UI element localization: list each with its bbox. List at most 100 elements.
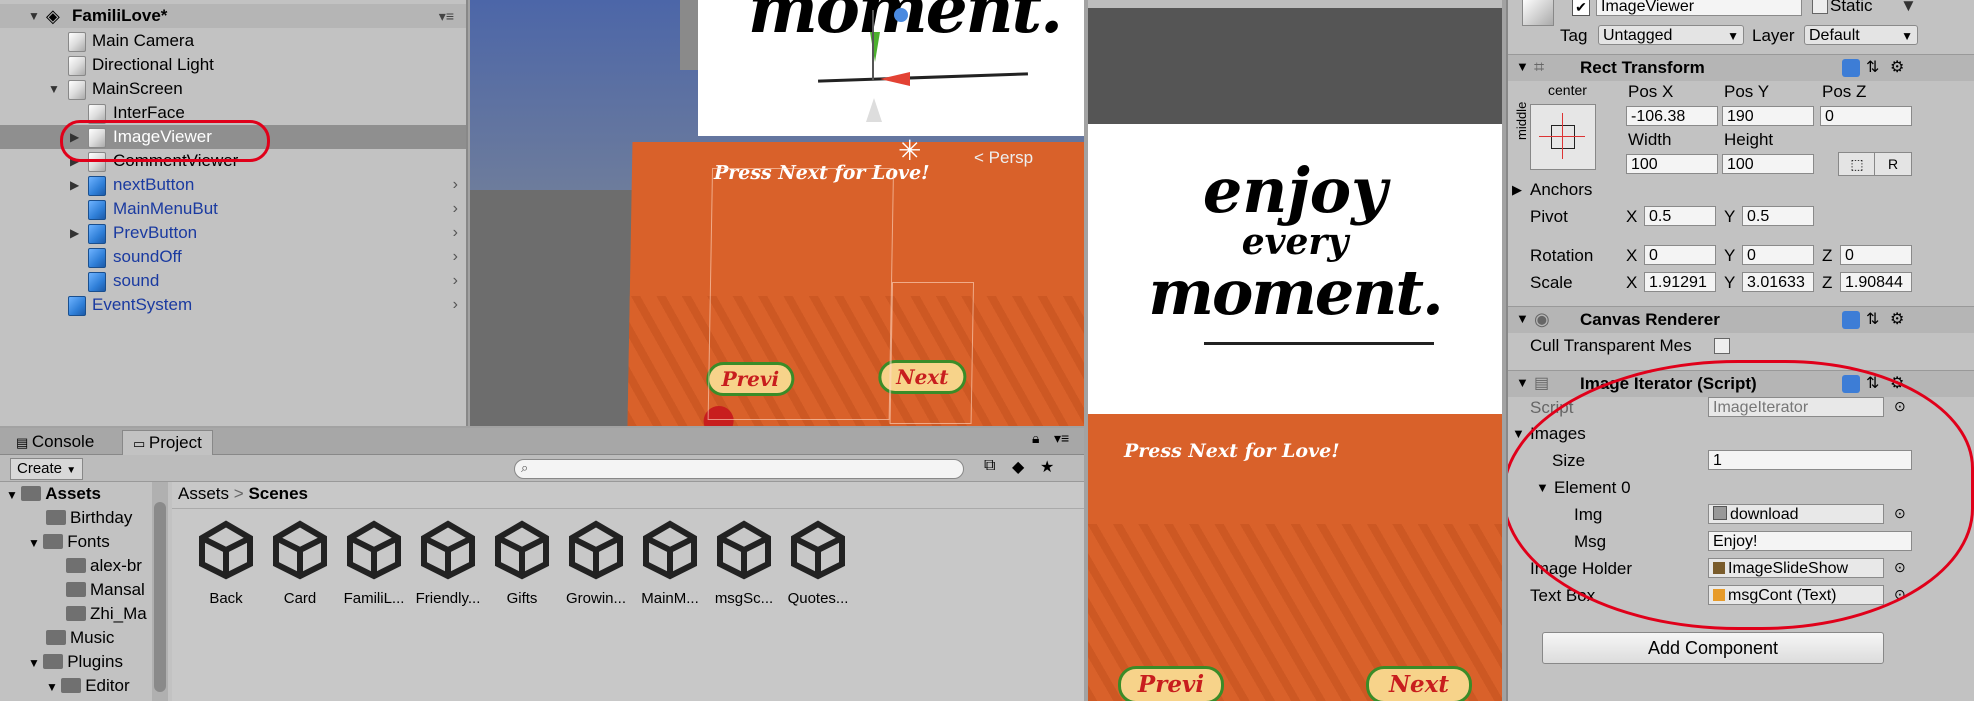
chevron-right-icon[interactable]: › <box>453 221 458 245</box>
hierarchy-item-mainscreen[interactable]: ▼ MainScreen <box>0 77 466 101</box>
light-icon[interactable]: ✳ <box>898 136 928 166</box>
persp-label[interactable]: < Persp <box>974 148 1033 168</box>
add-component-button[interactable]: Add Component <box>1542 632 1884 664</box>
help-icon[interactable] <box>1842 59 1860 77</box>
collapse-arrow-icon[interactable]: ▼ <box>1516 311 1529 326</box>
tab-console[interactable]: ▤ Console <box>6 430 104 454</box>
expand-arrow-icon[interactable]: ▼ <box>28 536 43 550</box>
asset-item[interactable]: MainM... <box>630 520 710 607</box>
favorite-icon[interactable]: ★ <box>1040 457 1054 477</box>
chevron-down-icon[interactable]: ▼ <box>1900 0 1917 16</box>
help-icon[interactable] <box>1842 311 1860 329</box>
project-panel: ▤ Console ▭ Project 🔒︎ ▾≡ Create ▼ ⌕ ⧉ ◆… <box>0 428 1084 701</box>
tree-item-plugins[interactable]: ▼ Plugins <box>28 650 123 674</box>
game-prev-button[interactable]: Previ <box>1118 666 1224 701</box>
anchors-label[interactable]: Anchors <box>1530 180 1592 200</box>
game-next-button[interactable]: Next <box>1366 666 1472 701</box>
collapse-arrow-icon[interactable]: ▼ <box>28 4 40 28</box>
y-label: Y <box>1724 207 1736 226</box>
collapse-arrow-icon[interactable]: ▼ <box>1516 59 1529 74</box>
hierarchy-item-prevbutton[interactable]: ▶ PrevButton › <box>0 221 466 245</box>
rotation-z-field[interactable]: 0 <box>1840 245 1912 265</box>
hierarchy-item-nextbutton[interactable]: ▶ nextButton › <box>0 173 466 197</box>
scale-x-field[interactable]: 1.91291 <box>1644 272 1716 292</box>
rotation-x-field[interactable]: 0 <box>1644 245 1716 265</box>
tree-item-music[interactable]: Music <box>46 626 114 650</box>
chevron-right-icon[interactable]: › <box>453 245 458 269</box>
asset-item[interactable]: Gifts <box>482 520 562 607</box>
gear-icon[interactable]: ⚙ <box>1890 309 1904 329</box>
posy-field[interactable]: 190 <box>1722 106 1814 126</box>
create-dropdown[interactable]: Create ▼ <box>10 458 84 480</box>
expand-arrow-icon[interactable]: ▶ <box>70 221 79 245</box>
object-name-field[interactable]: ImageViewer <box>1596 0 1802 16</box>
preset-icon[interactable]: ⇅ <box>1866 309 1879 329</box>
scene-menu-icon[interactable]: ▾≡ <box>439 4 454 28</box>
scale-z-field[interactable]: 1.90844 <box>1840 272 1912 292</box>
filter-type-icon[interactable]: ⧉ <box>984 457 995 475</box>
expand-arrow-icon[interactable]: ▼ <box>46 680 61 694</box>
height-field[interactable]: 100 <box>1722 154 1814 174</box>
chevron-right-icon[interactable]: › <box>453 173 458 197</box>
expand-arrow-icon[interactable]: ▼ <box>28 656 43 670</box>
scale-y-field[interactable]: 3.01633 <box>1742 272 1814 292</box>
chevron-right-icon[interactable]: › <box>453 197 458 221</box>
anchor-preset-button[interactable] <box>1530 104 1596 170</box>
collapse-arrow-icon[interactable]: ▼ <box>1516 375 1529 390</box>
rect-transform-header[interactable]: ▼ ⌗ Rect Transform ⇅ ⚙ <box>1508 54 1974 81</box>
pivot-y-field[interactable]: 0.5 <box>1742 206 1814 226</box>
gear-icon[interactable]: ⚙ <box>1890 57 1904 77</box>
posx-field[interactable]: -106.38 <box>1626 106 1718 126</box>
preset-icon[interactable]: ⇅ <box>1866 57 1879 77</box>
active-checkbox[interactable]: ✔ <box>1572 0 1590 16</box>
scene-row[interactable]: ▼ ◈ FamiliLove* ▾≡ <box>0 4 466 28</box>
expand-arrow-icon[interactable]: ▶ <box>70 173 79 197</box>
posz-field[interactable]: 0 <box>1820 106 1912 126</box>
asset-item[interactable]: FamiliL... <box>334 520 414 607</box>
chevron-right-icon[interactable]: › <box>453 269 458 293</box>
asset-item[interactable]: Quotes... <box>778 520 858 607</box>
breadcrumb-root[interactable]: Assets <box>178 484 229 503</box>
rotation-y-field[interactable]: 0 <box>1742 245 1814 265</box>
tab-project[interactable]: ▭ Project <box>122 430 213 455</box>
tag-dropdown[interactable]: Untagged ▼ <box>1598 25 1744 45</box>
expand-arrow-icon[interactable]: ▶ <box>1512 182 1522 198</box>
tree-item-zhi-mang[interactable]: Zhi_Ma <box>66 602 147 626</box>
hierarchy-item-sound[interactable]: sound › <box>0 269 466 293</box>
expand-arrow-icon[interactable]: ▼ <box>6 488 21 502</box>
search-input[interactable]: ⌕ <box>514 459 964 479</box>
tree-item-alex-brush[interactable]: alex-br <box>66 554 142 578</box>
asset-item[interactable]: Card <box>260 520 340 607</box>
panel-menu-icon[interactable]: ▾≡ <box>1054 430 1069 447</box>
hierarchy-item-main-camera[interactable]: Main Camera <box>0 29 466 53</box>
tree-item-editor[interactable]: ▼ Editor <box>46 674 130 698</box>
layer-dropdown[interactable]: Default ▼ <box>1804 25 1918 45</box>
scrollbar-thumb[interactable] <box>154 502 166 692</box>
tree-scrollbar[interactable] <box>152 482 168 701</box>
canvas-renderer-header[interactable]: ▼ ◉ Canvas Renderer ⇅ ⚙ <box>1508 306 1974 333</box>
chevron-right-icon[interactable]: › <box>453 293 458 317</box>
lock-icon[interactable]: 🔒︎ <box>1032 430 1039 447</box>
width-field[interactable]: 100 <box>1626 154 1718 174</box>
cull-checkbox[interactable] <box>1714 338 1730 354</box>
asset-item[interactable]: msgSc... <box>704 520 784 607</box>
raw-edit-button[interactable]: R <box>1874 152 1912 176</box>
blueprint-mode-icon[interactable]: ⬚ <box>1838 152 1876 176</box>
handle-icon[interactable] <box>894 8 908 22</box>
tree-item-fonts[interactable]: ▼ Fonts <box>28 530 110 554</box>
filter-label-icon[interactable]: ◆ <box>1012 457 1024 477</box>
scene-view[interactable]: moment. Press Next for Love! Previ Next … <box>470 0 1084 426</box>
tree-item-assets[interactable]: ▼ Assets <box>6 482 101 506</box>
tree-item-birthday[interactable]: Birthday <box>46 506 132 530</box>
hierarchy-item-mainmenubut[interactable]: MainMenuBut › <box>0 197 466 221</box>
expand-arrow-icon[interactable]: ▼ <box>48 77 60 101</box>
pivot-x-field[interactable]: 0.5 <box>1644 206 1716 226</box>
asset-item[interactable]: Growin... <box>556 520 636 607</box>
tree-item-mansalva[interactable]: Mansal <box>66 578 145 602</box>
asset-item[interactable]: Back <box>186 520 266 607</box>
hierarchy-item-eventsystem[interactable]: EventSystem › <box>0 293 466 317</box>
hierarchy-item-directional-light[interactable]: Directional Light <box>0 53 466 77</box>
static-checkbox[interactable] <box>1812 0 1828 14</box>
hierarchy-item-soundoff[interactable]: soundOff › <box>0 245 466 269</box>
asset-item[interactable]: Friendly... <box>408 520 488 607</box>
